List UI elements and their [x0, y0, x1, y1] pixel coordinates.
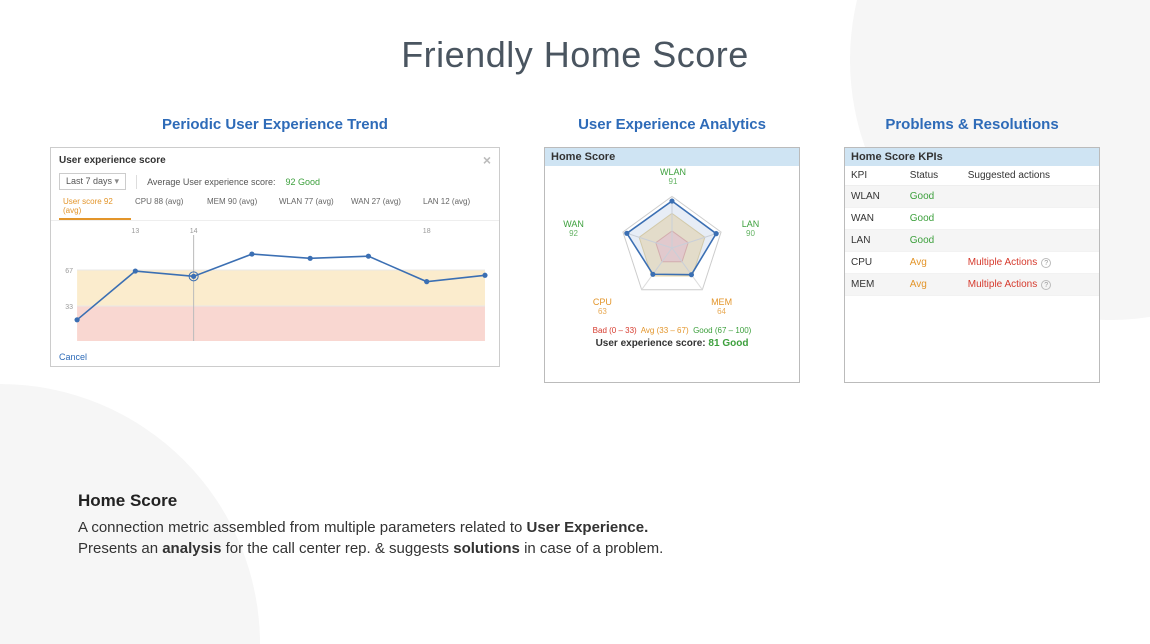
tab-user-score[interactable]: User score 92 (avg)	[59, 194, 131, 220]
kpi-name: MEM	[845, 274, 904, 296]
svg-text:18: 18	[423, 228, 431, 235]
radar-chart: WLAN91 LAN90 MEM64 CPU63 WAN92	[545, 166, 799, 324]
divider	[136, 175, 137, 189]
kpi-name: WLAN	[845, 186, 904, 208]
footer-line2: Presents an analysis for the call center…	[78, 538, 1070, 560]
trend-card: User experience score × Last 7 days Aver…	[50, 147, 500, 367]
kpi-status: Avg	[904, 252, 962, 274]
legend-good: Good (67 – 100)	[693, 326, 751, 335]
help-icon[interactable]: ?	[1041, 258, 1051, 268]
radar-legend: Bad (0 – 33) Avg (33 – 67) Good (67 – 10…	[545, 324, 799, 335]
kpi-status: Good	[904, 230, 962, 252]
footer-line2-d: solutions	[453, 540, 520, 557]
col-problems: Problems & Resolutions Home Score KPIs K…	[844, 116, 1100, 383]
trend-header: User experience score	[59, 155, 166, 166]
radar-axis-wan: WAN92	[556, 220, 592, 239]
kpi-action	[962, 230, 1099, 252]
legend-bad: Bad (0 – 33)	[593, 326, 637, 335]
kpi-status: Good	[904, 186, 962, 208]
table-row: CPUAvgMultiple Actions?	[845, 252, 1099, 274]
page-title: Friendly Home Score	[0, 0, 1150, 76]
svg-text:14: 14	[190, 228, 198, 235]
svg-text:33: 33	[65, 304, 73, 311]
kpi-card: Home Score KPIs KPI Status Suggested act…	[844, 147, 1100, 383]
tab-wlan[interactable]: WLAN 77 (avg)	[275, 194, 347, 220]
table-row: WANGood	[845, 208, 1099, 230]
kpi-name: LAN	[845, 230, 904, 252]
tab-lan[interactable]: LAN 12 (avg)	[419, 194, 491, 220]
line-chart: 33 67 13 14 18	[59, 225, 491, 355]
score-value: 81 Good	[708, 338, 748, 349]
avg-label: Average User experience score:	[147, 177, 275, 187]
footer-line2-b: analysis	[162, 540, 221, 557]
footer-heading: Home Score	[78, 491, 1070, 511]
kpi-action: Multiple Actions?	[962, 274, 1099, 296]
radar-axis-wlan: WLAN91	[655, 168, 691, 187]
svg-text:13: 13	[131, 228, 139, 235]
col-problems-title: Problems & Resolutions	[885, 116, 1058, 133]
kpi-col-action: Suggested actions	[962, 166, 1099, 186]
kpi-col-status: Status	[904, 166, 962, 186]
kpi-action	[962, 186, 1099, 208]
metric-tabs: User score 92 (avg) CPU 88 (avg) MEM 90 …	[51, 194, 499, 221]
kpi-name: CPU	[845, 252, 904, 274]
kpi-col-kpi: KPI	[845, 166, 904, 186]
col-trend: Periodic User Experience Trend User expe…	[50, 116, 500, 383]
score-label: User experience score:	[596, 338, 706, 349]
footer-line2-e: in case of a problem.	[520, 540, 663, 557]
tab-wan[interactable]: WAN 27 (avg)	[347, 194, 419, 220]
cancel-link[interactable]: Cancel	[59, 352, 87, 362]
action-link[interactable]: Multiple Actions	[968, 257, 1037, 268]
kpi-status: Avg	[904, 274, 962, 296]
kpi-status: Good	[904, 208, 962, 230]
radar-axis-lan: LAN90	[732, 220, 768, 239]
radar-card: Home Score WLAN91 LAN90 MEM64 CPU63 WAN92 Ba…	[544, 147, 800, 383]
footer-line2-a: Presents an	[78, 540, 162, 557]
svg-text:67: 67	[65, 268, 73, 275]
table-row: LANGood	[845, 230, 1099, 252]
kpi-name: WAN	[845, 208, 904, 230]
help-icon[interactable]: ?	[1041, 280, 1051, 290]
footer-line1: A connection metric assembled from multi…	[78, 517, 1070, 539]
kpi-header: Home Score KPIs	[845, 148, 1099, 166]
cards-row: Periodic User Experience Trend User expe…	[0, 116, 1150, 383]
radar-axis-mem: MEM64	[704, 298, 740, 317]
tab-cpu[interactable]: CPU 88 (avg)	[131, 194, 203, 220]
col-analytics: User Experience Analytics Home Score WLA…	[544, 116, 800, 383]
footer-line1-b: User Experience.	[527, 519, 649, 536]
col-trend-title: Periodic User Experience Trend	[162, 116, 388, 133]
footer-line1-a: A connection metric assembled from multi…	[78, 519, 527, 536]
action-link[interactable]: Multiple Actions	[968, 279, 1037, 290]
radar-axis-cpu: CPU63	[584, 298, 620, 317]
kpi-action	[962, 208, 1099, 230]
table-row: WLANGood	[845, 186, 1099, 208]
col-analytics-title: User Experience Analytics	[578, 116, 766, 133]
tab-mem[interactable]: MEM 90 (avg)	[203, 194, 275, 220]
radar-score: User experience score: 81 Good	[545, 335, 799, 354]
kpi-action: Multiple Actions?	[962, 252, 1099, 274]
avg-value: 92 Good	[285, 177, 320, 187]
table-row: MEMAvgMultiple Actions?	[845, 274, 1099, 296]
legend-avg: Avg (33 – 67)	[641, 326, 689, 335]
footer-copy: Home Score A connection metric assembled…	[78, 491, 1070, 561]
radar-header: Home Score	[545, 148, 799, 166]
kpi-table: KPI Status Suggested actions WLANGoodWAN…	[845, 166, 1099, 296]
footer-line2-c: for the call center rep. & suggests	[221, 540, 453, 557]
close-icon[interactable]: ×	[483, 152, 491, 168]
period-dropdown[interactable]: Last 7 days	[59, 173, 126, 190]
